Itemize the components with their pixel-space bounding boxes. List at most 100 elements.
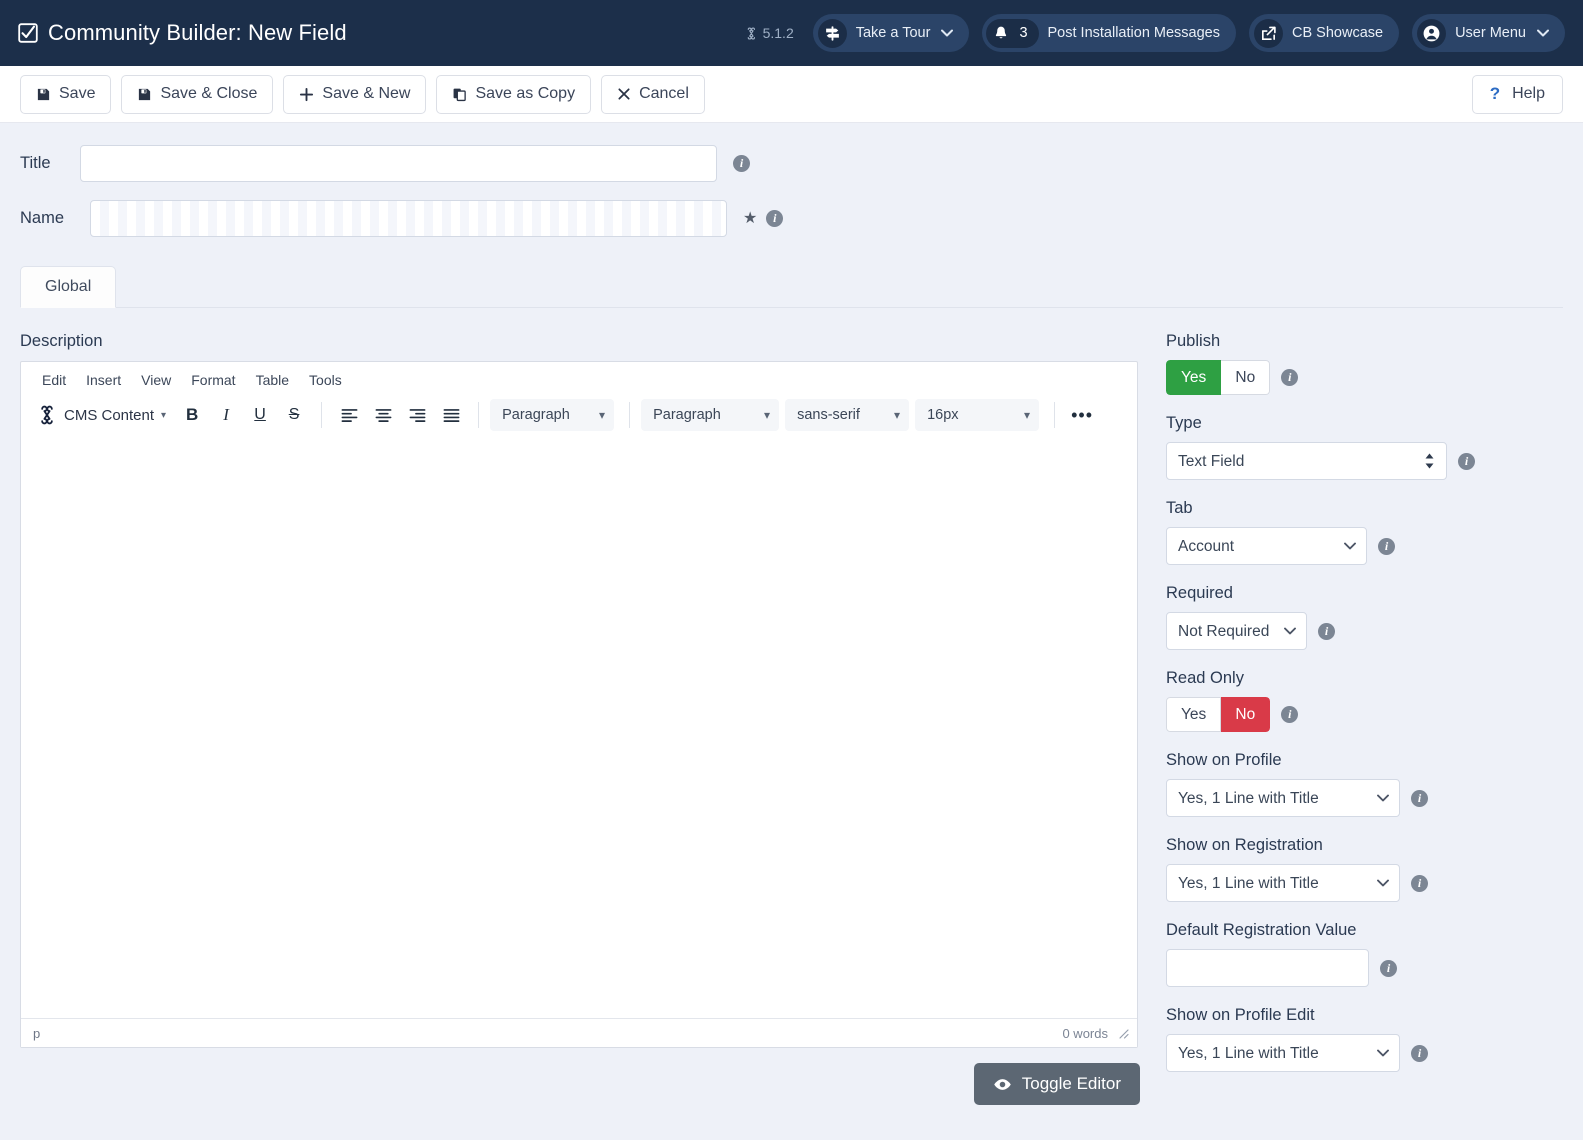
underline-button[interactable]: U — [244, 399, 276, 431]
joomla-logo-icon — [37, 405, 57, 425]
title-input[interactable] — [80, 145, 717, 182]
read-only-yes-button[interactable]: Yes — [1166, 697, 1222, 732]
save-and-new-button[interactable]: Save & New — [283, 74, 427, 114]
align-justify-button[interactable] — [435, 399, 467, 431]
read-only-control: Yes No i — [1166, 697, 1563, 732]
save-label: Save — [59, 85, 96, 102]
name-input[interactable] — [90, 200, 727, 237]
show-on-profile-edit-select[interactable]: Yes, 1 Line with Title — [1166, 1034, 1400, 1072]
cb-showcase-label: CB Showcase — [1292, 25, 1384, 41]
app-header: Community Builder: New Field 5.1.2 Take … — [0, 0, 1583, 66]
bold-button[interactable]: B — [176, 399, 208, 431]
more-options-button[interactable]: ••• — [1066, 399, 1098, 431]
required-select[interactable]: Not Required — [1166, 612, 1307, 650]
user-menu-button[interactable]: User Menu — [1412, 14, 1565, 52]
cancel-button[interactable]: Cancel — [601, 74, 705, 114]
info-icon[interactable]: i — [1411, 874, 1428, 892]
info-icon[interactable]: i — [1458, 452, 1475, 470]
show-on-registration-select[interactable]: Yes, 1 Line with Title — [1166, 864, 1400, 902]
action-toolbar: Save Save & Close Save & New Save as Cop… — [0, 66, 1583, 123]
name-row-icons: ★ i — [743, 210, 784, 227]
editor-toolbar: CMS Content ▾ B I U S Paragraph ▾ Paragr… — [21, 395, 1137, 441]
default-registration-value-input[interactable] — [1166, 949, 1369, 987]
toolbar-divider — [321, 402, 323, 428]
read-only-no-button[interactable]: No — [1221, 697, 1271, 732]
align-center-button[interactable] — [367, 399, 399, 431]
default-registration-value-control: i — [1166, 949, 1563, 987]
show-on-profile-edit-select-wrap: Yes, 1 Line with Title — [1166, 1034, 1400, 1072]
save-button[interactable]: Save — [20, 74, 112, 114]
info-icon[interactable]: i — [733, 155, 750, 172]
strikethrough-button[interactable]: S — [278, 399, 310, 431]
toggle-editor-button[interactable]: Toggle Editor — [973, 1063, 1140, 1105]
editor-menu-table[interactable]: Table — [247, 369, 298, 391]
save-as-copy-label: Save as Copy — [475, 85, 576, 102]
checkbox-checked-icon — [18, 23, 38, 43]
show-on-profile-edit-control: Yes, 1 Line with Title i — [1166, 1034, 1563, 1072]
plus-icon — [299, 87, 314, 102]
editor-menu-insert[interactable]: Insert — [77, 369, 130, 391]
italic-button[interactable]: I — [210, 399, 242, 431]
content-columns: Description Edit Insert View Format Tabl… — [20, 332, 1563, 1105]
help-label: Help — [1512, 85, 1545, 102]
tab-global[interactable]: Global — [20, 266, 117, 308]
save-and-close-button[interactable]: Save & Close — [121, 74, 274, 114]
info-icon[interactable]: i — [1281, 706, 1299, 723]
post-installation-messages-button[interactable]: 3 Post Installation Messages — [982, 14, 1236, 52]
required-group: Required Not Required i — [1166, 584, 1563, 650]
blocks-select[interactable]: Paragraph ▾ — [490, 399, 615, 431]
editor-content-area[interactable] — [21, 441, 1137, 1018]
editor-menu-tools[interactable]: Tools — [300, 369, 351, 391]
chevron-down-icon: ▾ — [764, 408, 771, 422]
show-on-registration-control: Yes, 1 Line with Title i — [1166, 864, 1563, 902]
chevron-down-icon: ▾ — [894, 408, 901, 422]
cms-content-button[interactable]: CMS Content ▾ — [33, 399, 174, 431]
save-as-copy-button[interactable]: Save as Copy — [436, 74, 592, 114]
type-group: Type Text Field i — [1166, 414, 1563, 480]
star-icon[interactable]: ★ — [743, 210, 757, 227]
blocks2-select[interactable]: Paragraph ▾ — [641, 399, 780, 431]
post-installation-messages-label: Post Installation Messages — [1047, 25, 1220, 41]
show-on-profile-control: Yes, 1 Line with Title i — [1166, 779, 1563, 817]
default-registration-value-label: Default Registration Value — [1166, 921, 1357, 939]
editor-menu-format[interactable]: Format — [182, 369, 244, 391]
cb-showcase-button[interactable]: CB Showcase — [1249, 14, 1400, 52]
description-column: Description Edit Insert View Format Tabl… — [20, 332, 1140, 1105]
bell-icon — [990, 22, 1012, 44]
user-circle-icon — [1417, 18, 1447, 48]
info-icon[interactable]: i — [1380, 959, 1397, 977]
info-icon[interactable]: i — [766, 210, 784, 227]
notification-count-group: 3 — [986, 18, 1039, 48]
type-label: Type — [1166, 414, 1202, 432]
publish-no-button[interactable]: No — [1221, 360, 1271, 395]
info-icon[interactable]: i — [1411, 1044, 1428, 1062]
info-icon[interactable]: i — [1411, 789, 1428, 807]
blocks-select-value: Paragraph — [502, 407, 570, 423]
take-a-tour-button[interactable]: Take a Tour — [812, 14, 970, 52]
external-link-icon — [1254, 18, 1283, 48]
editor-menu-view[interactable]: View — [132, 369, 180, 391]
align-left-button[interactable] — [333, 399, 365, 431]
show-on-profile-select[interactable]: Yes, 1 Line with Title — [1166, 779, 1400, 817]
default-registration-value-group: Default Registration Value i — [1166, 921, 1563, 987]
fontfamily-select[interactable]: sans-serif ▾ — [785, 399, 910, 431]
info-icon[interactable]: i — [1378, 537, 1395, 555]
info-icon[interactable]: i — [1281, 369, 1299, 386]
editor-menu-edit[interactable]: Edit — [33, 369, 75, 391]
read-only-label: Read Only — [1166, 669, 1244, 687]
fontsize-select[interactable]: 16px ▾ — [915, 399, 1040, 431]
tab-select[interactable]: Account — [1166, 527, 1367, 565]
publish-yes-button[interactable]: Yes — [1166, 360, 1222, 395]
floppy-disk-icon — [36, 87, 51, 102]
show-on-profile-select-wrap: Yes, 1 Line with Title — [1166, 779, 1400, 817]
app-brand: Community Builder: New Field — [18, 20, 347, 46]
type-select[interactable]: Text Field — [1166, 442, 1447, 480]
align-right-button[interactable] — [401, 399, 433, 431]
name-field-row: Name ★ i — [20, 200, 1563, 237]
resize-handle-icon[interactable] — [1117, 1027, 1129, 1039]
info-icon[interactable]: i — [1318, 622, 1335, 640]
cancel-label: Cancel — [639, 85, 689, 102]
tab-group: Tab Account i — [1166, 499, 1563, 565]
help-button[interactable]: ? Help — [1471, 74, 1563, 114]
chevron-down-icon: ▾ — [599, 408, 606, 422]
